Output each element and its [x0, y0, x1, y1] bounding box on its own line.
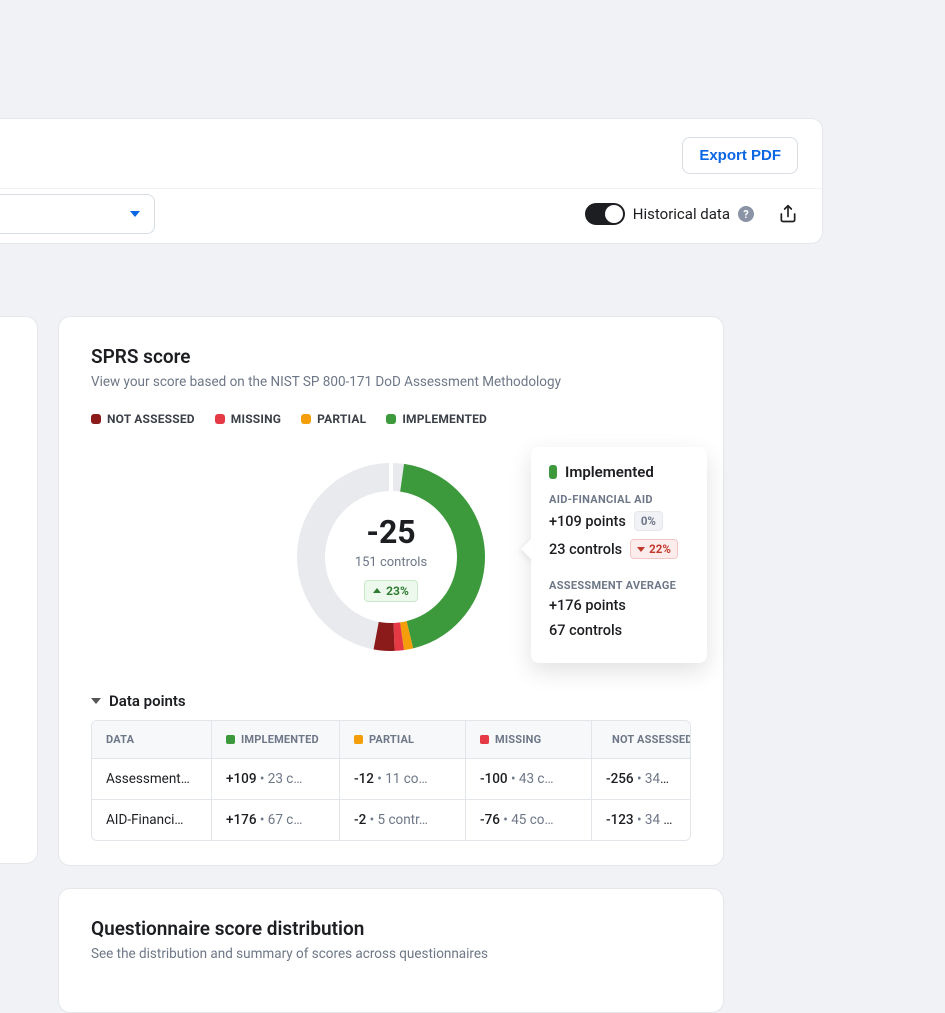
sprs-card: SPRS score View your score based on the … — [58, 316, 724, 866]
table-header: DATA IMPLEMENTED PARTIAL MISSING NOT ASS… — [92, 721, 690, 759]
toggle-knob — [605, 205, 623, 223]
tooltip-points: +176 points — [549, 597, 626, 614]
td-not-assessed: -123 • 34 c… — [592, 800, 690, 840]
legend-dot-icon — [301, 414, 311, 424]
data-points-toggle[interactable]: Data points — [91, 692, 691, 710]
donut-center: -25 151 controls 23% — [287, 453, 495, 661]
header-dot-icon — [354, 735, 363, 744]
tooltip-pct-chip: 0% — [634, 511, 663, 531]
tooltip-pct-chip: 22% — [630, 539, 678, 559]
card-subtitle: View your score based on the NIST SP 800… — [91, 374, 691, 390]
tooltip-title: Implemented — [549, 463, 689, 481]
legend-dot-icon — [215, 414, 225, 424]
legend-dot-icon — [386, 414, 396, 424]
table-row[interactable]: Assessment… +109 • 23 c… -12 • 11 co… -1… — [92, 759, 690, 800]
card-title: SPRS score — [91, 345, 691, 368]
legend: NOT ASSESSED MISSING PARTIAL IMPLEMENTED — [91, 412, 691, 426]
questionnaire-card: Questionnaire score distribution See the… — [58, 888, 724, 1013]
td-not-assessed: -256 • 340… — [592, 759, 690, 799]
card-title: Questionnaire score distribution — [91, 917, 691, 940]
caret-down-icon — [91, 698, 101, 704]
tooltip-dot-icon — [549, 465, 557, 479]
legend-partial: PARTIAL — [301, 412, 366, 426]
header-dot-icon — [480, 735, 489, 744]
th-implemented: IMPLEMENTED — [212, 721, 340, 758]
legend-dot-icon — [91, 414, 101, 424]
donut-chart: -25 151 controls 23% — [287, 453, 495, 661]
th-not-assessed: NOT ASSESSED — [592, 721, 690, 758]
td-data: Assessment… — [92, 759, 212, 799]
tooltip-points: +109 points — [549, 513, 626, 530]
chevron-down-icon — [130, 211, 140, 217]
th-partial: PARTIAL — [340, 721, 466, 758]
th-missing: MISSING — [466, 721, 592, 758]
trend-badge: 23% — [364, 580, 418, 602]
tooltip-controls: 23 controls — [549, 541, 622, 558]
td-missing: -76 • 45 co… — [466, 800, 592, 840]
legend-not-assessed: NOT ASSESSED — [91, 412, 195, 426]
td-partial: -2 • 5 contr… — [340, 800, 466, 840]
filter-select[interactable] — [0, 194, 155, 234]
help-icon[interactable]: ? — [738, 206, 754, 222]
table-row[interactable]: AID-Financi… +176 • 67 c… -2 • 5 contr… … — [92, 800, 690, 840]
legend-implemented: IMPLEMENTED — [386, 412, 487, 426]
td-implemented: +176 • 67 c… — [212, 800, 340, 840]
tooltip-group-label: AID-FINANCIAL AID — [549, 493, 689, 506]
score-sub: 151 controls — [355, 555, 427, 570]
td-data: AID-Financi… — [92, 800, 212, 840]
historical-data-toggle[interactable] — [585, 203, 625, 225]
historical-data-label: Historical data — [633, 205, 730, 223]
share-icon[interactable] — [778, 204, 798, 224]
card-subtitle: See the distribution and summary of scor… — [91, 946, 691, 962]
td-implemented: +109 • 23 c… — [212, 759, 340, 799]
legend-missing: MISSING — [215, 412, 281, 426]
chart-tooltip: Implemented AID-FINANCIAL AID +109 point… — [531, 447, 707, 663]
tooltip-group-label: ASSESSMENT AVERAGE — [549, 579, 689, 592]
score-value: -25 — [366, 513, 415, 551]
tooltip-controls: 67 controls — [549, 622, 622, 639]
top-panel: Export PDF Historical data ? — [0, 118, 823, 244]
left-partial-card: SON — [0, 316, 38, 864]
data-points-table: DATA IMPLEMENTED PARTIAL MISSING NOT ASS… — [91, 720, 691, 841]
td-partial: -12 • 11 co… — [340, 759, 466, 799]
header-dot-icon — [226, 735, 235, 744]
td-missing: -100 • 43 c… — [466, 759, 592, 799]
th-data: DATA — [92, 721, 212, 758]
export-pdf-button[interactable]: Export PDF — [682, 137, 798, 174]
